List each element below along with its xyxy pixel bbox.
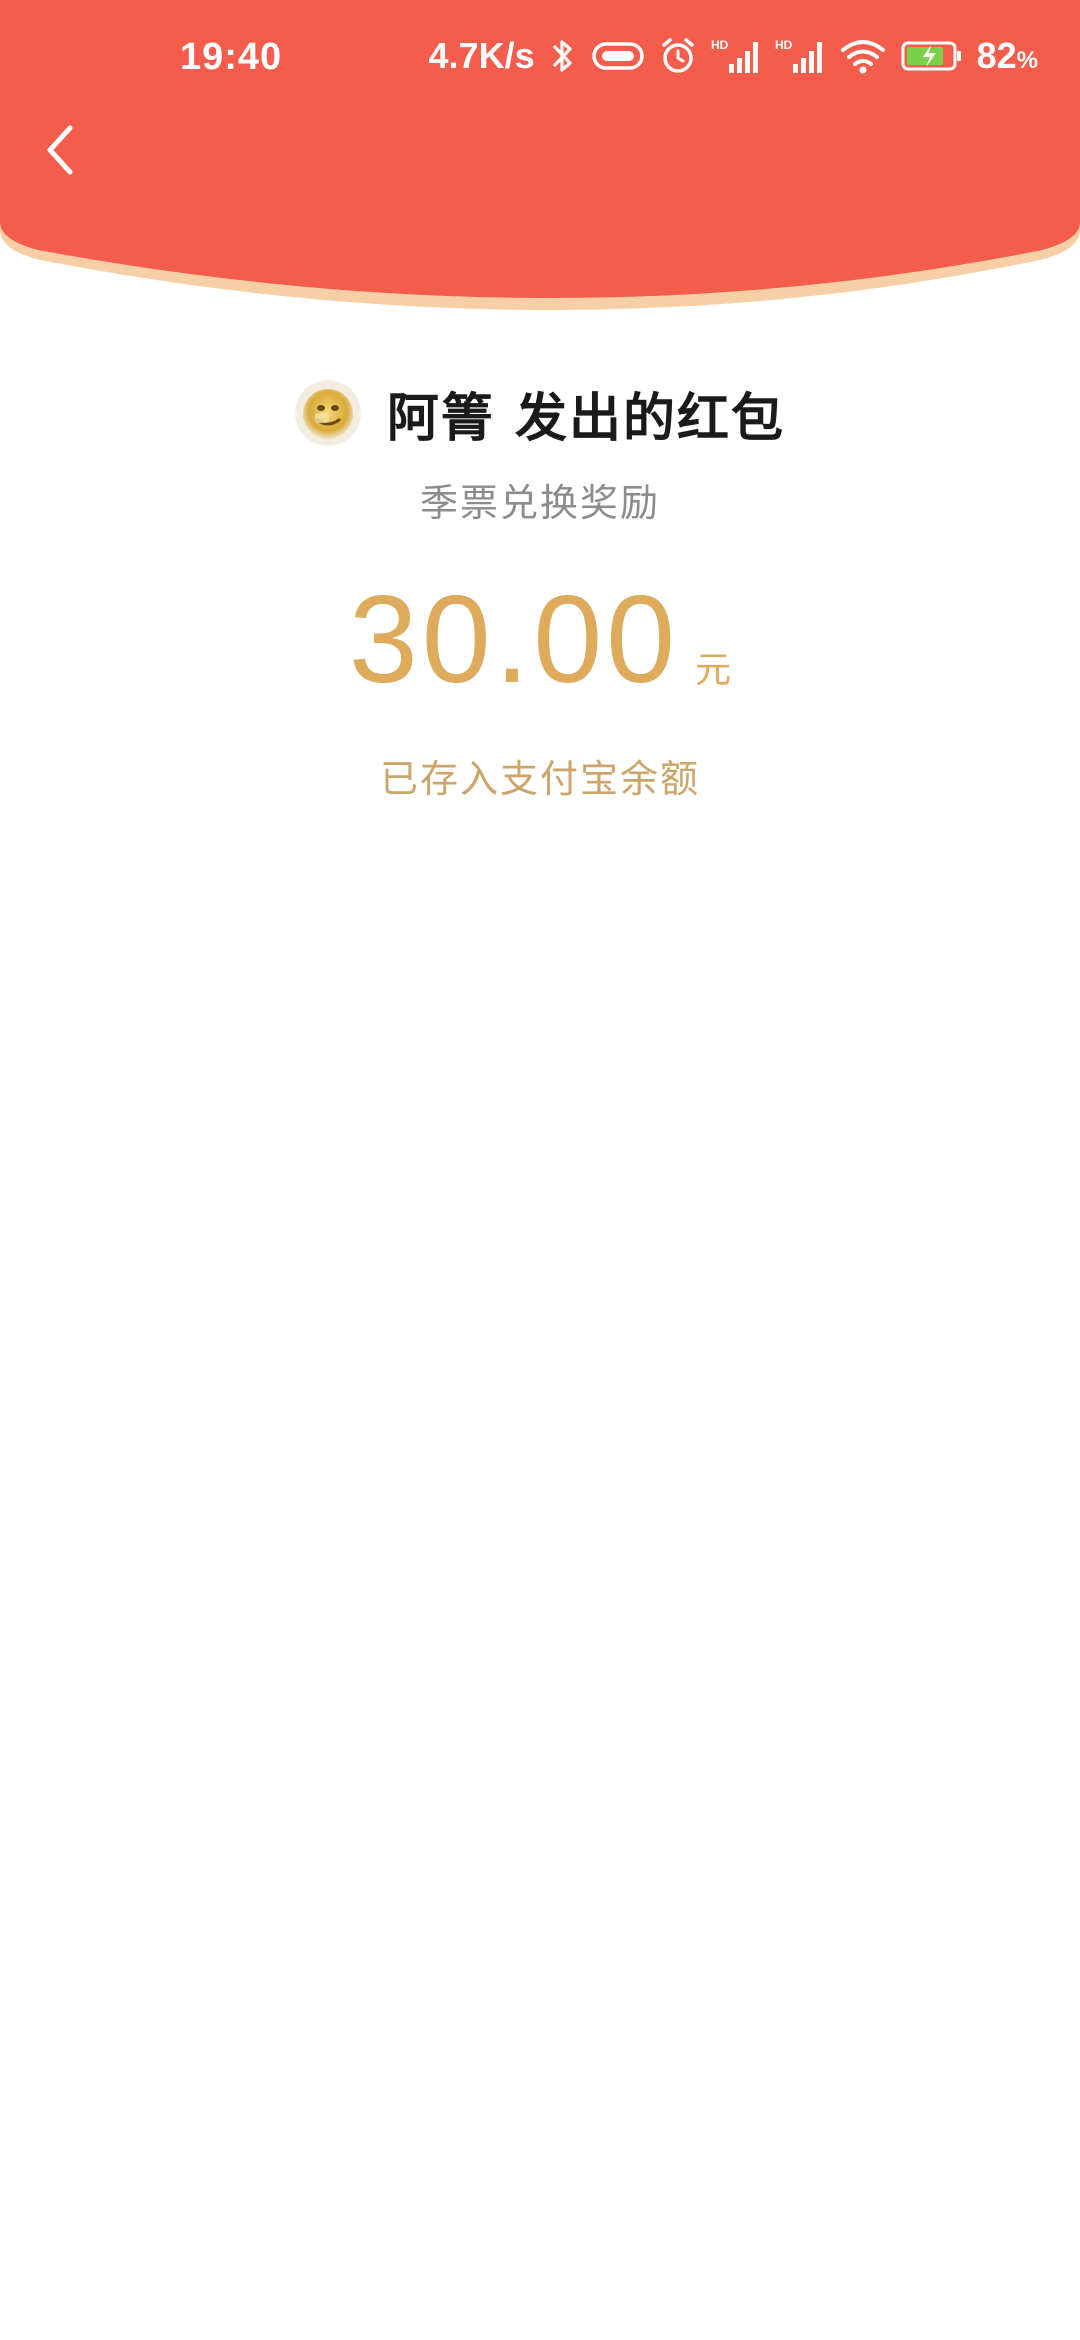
amount-row: 30.00 元 — [0, 578, 1080, 702]
sender-row: 阿箐 发出的红包 — [0, 376, 1080, 451]
sender-name: 阿箐 — [386, 388, 495, 449]
alarm-icon — [659, 36, 697, 76]
signal-hd-icon: HD — [711, 36, 761, 76]
wifi-icon — [839, 36, 887, 76]
status-icons: 4.7K/s HD HD 82% — [429, 34, 1038, 78]
deposit-status-link[interactable]: 已存入支付宝余额 — [0, 748, 1080, 803]
sender-title: 阿箐 发出的红包 — [387, 376, 785, 451]
svg-text:HD: HD — [711, 38, 729, 52]
red-packet-message: 季票兑换奖励 — [419, 481, 660, 525]
bluetooth-icon — [549, 36, 577, 76]
svg-text:HD: HD — [775, 38, 793, 52]
red-packet-detail-screen: 19:40 4.7K/s HD HD 82% 阿箐 发出的红包 季票兑换奖励 3… — [0, 0, 1080, 2340]
amount-value: 30.00 — [348, 571, 680, 709]
network-speed: 4.7K/s — [428, 35, 535, 76]
vibrate-icon — [591, 39, 645, 73]
battery-charging-icon — [901, 39, 963, 73]
battery-percent: 82% — [976, 35, 1038, 76]
back-chevron-icon — [47, 125, 73, 175]
sender-avatar[interactable] — [294, 380, 361, 446]
currency-unit: 元 — [695, 650, 732, 691]
title-suffix: 发出的红包 — [515, 388, 786, 449]
status-time: 19:40 — [180, 36, 283, 78]
back-button[interactable] — [30, 110, 90, 190]
status-bar: 19:40 4.7K/s HD HD 82% — [0, 0, 1080, 120]
signal-hd-icon: HD — [775, 36, 825, 76]
